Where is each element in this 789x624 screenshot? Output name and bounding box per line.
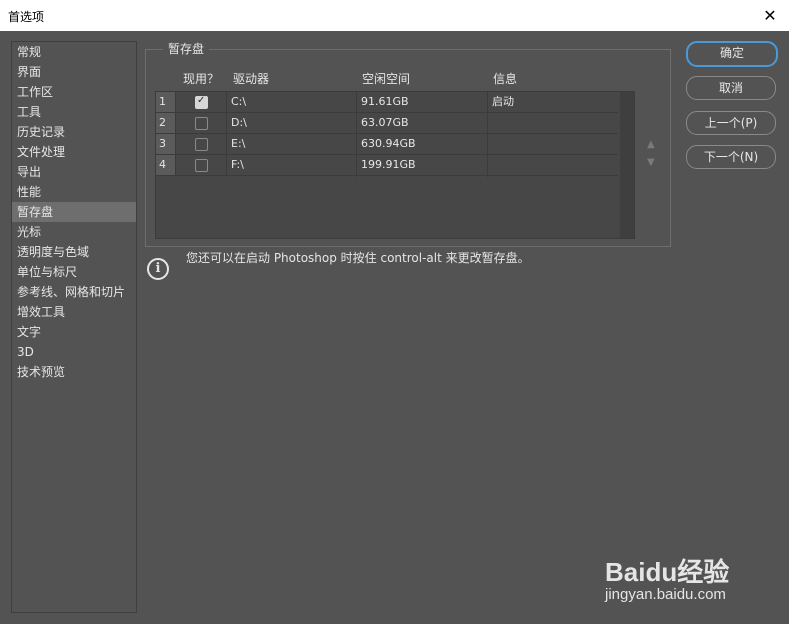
sidebar-item-tools[interactable]: 工具	[12, 102, 136, 122]
table-row[interactable]: 1 ✓ C:\ 91.61GB 启动	[156, 92, 618, 113]
free-space-cell: 91.61GB	[361, 95, 409, 108]
free-space-cell: 630.94GB	[361, 137, 416, 150]
cancel-button[interactable]: 取消	[686, 76, 776, 100]
table-row[interactable]: 2 D:\ 63.07GB	[156, 113, 618, 134]
sidebar-item-export[interactable]: 导出	[12, 162, 136, 182]
active-checkbox[interactable]: ✓	[195, 95, 208, 109]
sidebar-item-cursors[interactable]: 光标	[12, 222, 136, 242]
sidebar-item-performance[interactable]: 性能	[12, 182, 136, 202]
drive-cell: E:\	[231, 137, 246, 150]
info-icon: i	[147, 258, 169, 280]
sidebar-item-guides-grid[interactable]: 参考线、网格和切片	[12, 282, 136, 302]
ok-button[interactable]: 确定	[686, 41, 778, 67]
column-header-drive: 驱动器	[233, 72, 270, 86]
watermark-main: Baidu经验	[605, 557, 730, 587]
drive-cell: D:\	[231, 116, 247, 129]
sidebar-item-history[interactable]: 历史记录	[12, 122, 136, 142]
sidebar-item-plugins[interactable]: 增效工具	[12, 302, 136, 322]
column-header-active: 现用？	[183, 72, 220, 86]
sidebar-item-transparency[interactable]: 透明度与色域	[12, 242, 136, 262]
sidebar-item-3d[interactable]: 3D	[12, 342, 136, 362]
group-title: 暂存盘	[163, 40, 210, 57]
move-up-icon[interactable]: ▲	[647, 139, 655, 150]
move-down-icon[interactable]: ▼	[647, 157, 655, 168]
checkmark-icon: ✓	[197, 95, 206, 106]
table-row[interactable]: 3 E:\ 630.94GB	[156, 134, 618, 155]
info-cell: 启动	[492, 95, 514, 108]
window-title: 首选项	[8, 10, 45, 24]
scratch-disk-table: 1 ✓ C:\ 91.61GB 启动 2 D:\ 63.07GB 3 E:\ 6…	[155, 91, 635, 239]
table-row[interactable]: 4 F:\ 199.91GB	[156, 155, 618, 176]
info-message: 您还可以在启动 Photoshop 时按住 control-alt 来更改暂存盘…	[186, 251, 530, 265]
close-icon[interactable]: ✕	[759, 4, 781, 26]
column-header-free-space: 空闲空间	[362, 72, 411, 86]
row-number: 2	[156, 113, 176, 133]
free-space-cell: 63.07GB	[361, 116, 409, 129]
watermark-logo: Baidu经验 jingyan.baidu.com	[603, 540, 753, 612]
watermark-url: jingyan.baidu.com	[605, 586, 726, 603]
sidebar-item-general[interactable]: 常规	[12, 42, 136, 62]
next-button[interactable]: 下一个(N)	[686, 145, 776, 169]
sidebar-item-tech-preview[interactable]: 技术预览	[12, 362, 136, 382]
sidebar-item-units-rulers[interactable]: 单位与标尺	[12, 262, 136, 282]
title-bar: 首选项 ✕	[0, 0, 789, 31]
column-header-info: 信息	[493, 72, 518, 86]
drive-cell: C:\	[231, 95, 247, 108]
active-checkbox[interactable]	[195, 138, 208, 151]
sidebar-item-workspace[interactable]: 工作区	[12, 82, 136, 102]
sidebar-item-file-handling[interactable]: 文件处理	[12, 142, 136, 162]
table-scrollbar[interactable]	[620, 92, 634, 238]
drive-cell: F:\	[231, 158, 244, 171]
sidebar-item-scratch-disks[interactable]: 暂存盘	[12, 202, 136, 222]
previous-button[interactable]: 上一个(P)	[686, 111, 776, 135]
sidebar: 常规 界面 工作区 工具 历史记录 文件处理 导出 性能 暂存盘 光标 透明度与…	[11, 41, 137, 613]
sidebar-item-interface[interactable]: 界面	[12, 62, 136, 82]
free-space-cell: 199.91GB	[361, 158, 416, 171]
row-number: 3	[156, 134, 176, 154]
active-checkbox[interactable]	[195, 117, 208, 130]
sidebar-item-type[interactable]: 文字	[12, 322, 136, 342]
row-number: 4	[156, 155, 176, 175]
row-number: 1	[156, 92, 176, 112]
active-checkbox[interactable]	[195, 159, 208, 172]
